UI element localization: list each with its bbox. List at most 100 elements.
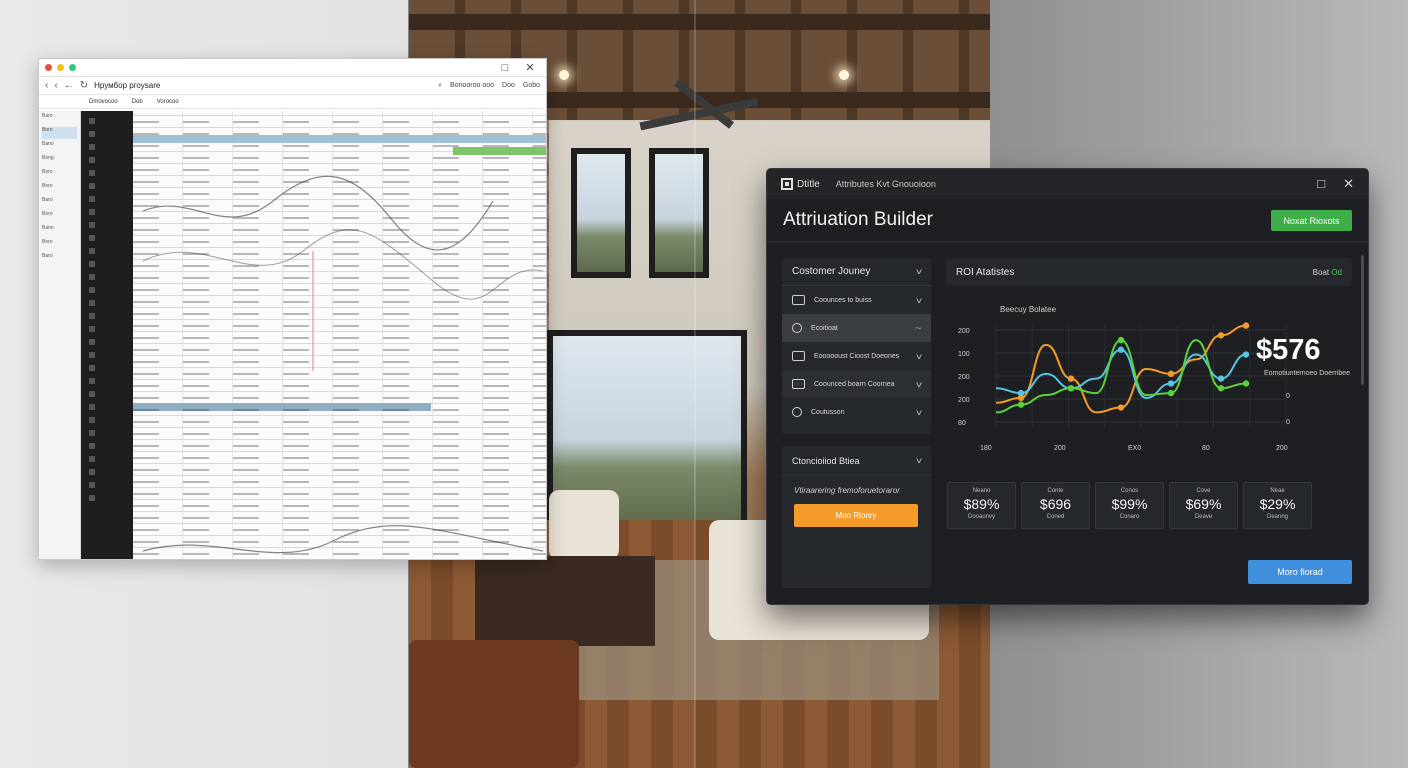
- sidebar-row[interactable]: Boro: [42, 211, 77, 223]
- maximize-icon[interactable]: □: [1317, 176, 1325, 192]
- overlay-trace-lines: [142, 175, 544, 554]
- chevron-down-icon[interactable]: v: [916, 352, 922, 361]
- channel-panel-title: Ctoncioiiod Btiea: [792, 455, 860, 466]
- sidebar-row[interactable]: Boro: [42, 183, 77, 195]
- header-divider: [767, 241, 1368, 242]
- close-icon[interactable]: ✕: [520, 61, 540, 74]
- sidebar-row[interactable]: Baro: [42, 197, 77, 209]
- metric-sub: Coned: [1046, 514, 1065, 520]
- roi-status[interactable]: Boat Od: [1313, 268, 1342, 277]
- more-button[interactable]: Moro fiorad: [1248, 560, 1352, 584]
- minimize-dot-icon[interactable]: [57, 64, 64, 71]
- toolbar-item[interactable]: Gobo: [523, 82, 540, 90]
- metric-card[interactable]: Cove $69% Deave: [1169, 482, 1238, 529]
- x-tick-label: EX0: [1128, 445, 1141, 452]
- leather-ottoman: [409, 640, 579, 768]
- metric-card[interactable]: Neae $29% Deanng: [1243, 482, 1312, 529]
- journey-item[interactable]: Coutusson v: [782, 398, 931, 426]
- sidebar-row[interactable]: Boro: [42, 127, 77, 139]
- journey-item[interactable]: Coounced boarn Coornea v: [782, 370, 931, 398]
- metric-card[interactable]: Conos $99% Conaro: [1095, 482, 1164, 529]
- metric-value: $69%: [1185, 496, 1222, 512]
- metric-value: $696: [1039, 496, 1072, 512]
- data-point: [1167, 389, 1175, 397]
- sidebar-row[interactable]: Baro: [42, 253, 77, 265]
- sheet-sidebar: Baro Boro Bano Bong Boro Boro Baro Boro …: [39, 111, 81, 559]
- arrow-back-icon[interactable]: ←: [64, 80, 74, 91]
- url-text[interactable]: Нрумбор ргоуsare: [94, 81, 160, 90]
- data-point: [1117, 346, 1125, 353]
- metric-value: $89%: [963, 496, 1000, 512]
- sidebar-row[interactable]: Bong: [42, 155, 77, 167]
- maximize-icon[interactable]: □: [495, 62, 515, 74]
- cell-grid[interactable]: [133, 111, 546, 559]
- sidebar-row[interactable]: Bano: [42, 141, 77, 153]
- data-point: [1017, 401, 1025, 408]
- page-title: Attriuation Builder: [783, 209, 933, 230]
- ribbon-tab[interactable]: Vorocoo: [157, 99, 179, 105]
- x-tick-label: 80: [1202, 445, 1210, 452]
- journey-item[interactable]: Eoooooust Cioost Doeones v: [782, 342, 931, 370]
- toolbar-item[interactable]: Doo: [502, 82, 515, 90]
- chevron-down-icon[interactable]: v: [916, 267, 922, 276]
- close-dot-icon[interactable]: [45, 64, 52, 71]
- y-tick-label: 200: [958, 374, 970, 381]
- customer-journey-title: Costomer Jouney: [792, 266, 871, 277]
- bulb-icon: [792, 407, 802, 417]
- search-icon[interactable]: ⌕: [438, 82, 442, 90]
- back-icon[interactable]: ‹: [45, 80, 48, 91]
- metric-label: Conos: [1120, 488, 1139, 494]
- journey-item-label: Eoooooust Cioost Doeones: [814, 352, 900, 360]
- sidebar-row[interactable]: Boro: [42, 239, 77, 251]
- maximize-dot-icon[interactable]: [69, 64, 76, 71]
- ribbon: Dmovocoo Dob Vorocoo: [39, 95, 546, 109]
- chevron-down-icon[interactable]: v: [916, 296, 922, 305]
- chart-icon: [792, 351, 805, 361]
- attribution-dashboard-window: Dtitle Attributes Kvt Gnouoioon □ ✕ Attr…: [766, 168, 1369, 605]
- chevron-down-icon[interactable]: v: [916, 408, 922, 417]
- channel-action-button[interactable]: Moo Rionry: [794, 504, 918, 527]
- metric-label: Neano: [972, 488, 991, 494]
- roi-chart: Beecuy Bolatee 200 100 200 200 80 180 200 EX0 80 2…: [946, 294, 1352, 474]
- customer-journey-header[interactable]: Costomer Jouney v: [782, 258, 931, 286]
- data-point: [1167, 370, 1175, 378]
- forward-icon[interactable]: ‹: [54, 80, 57, 91]
- metric-card[interactable]: Neano $89% Dooaunvy: [947, 482, 1016, 529]
- journey-item[interactable]: Coounces to buiss v: [782, 286, 931, 314]
- chevron-down-icon[interactable]: v: [916, 380, 922, 389]
- journey-item-label: Coutusson: [811, 408, 845, 416]
- scrollbar[interactable]: [1361, 255, 1364, 385]
- dashboard-titlebar: Dtitle Attributes Kvt Gnouoioon □ ✕: [767, 169, 1368, 199]
- journey-item-selected[interactable]: Ecoitioat ~: [782, 314, 931, 342]
- collapse-icon[interactable]: ~: [915, 324, 922, 333]
- row-header-column: [81, 111, 133, 559]
- spreadsheet-window: □ ✕ ‹ ‹ ← ↻ Нрумбор ргоуsare ⌕ Bonooroo …: [38, 58, 547, 560]
- metric-sub: Conaro: [1119, 514, 1140, 520]
- toolbar-item[interactable]: Bonooroo ooo: [450, 82, 494, 90]
- metric-value: $99%: [1111, 496, 1148, 512]
- headline-subtitle: Eomotiunternoeo Doerribee: [1264, 370, 1350, 377]
- next-button[interactable]: Noxat Rioxots: [1271, 210, 1352, 231]
- metric-label: Conte: [1047, 488, 1064, 494]
- channel-panel: Ctoncioiiod Btiea v Vtiraarering fremofo…: [782, 446, 931, 588]
- journey-item-label: Coounces to buiss: [814, 296, 872, 304]
- channel-panel-header[interactable]: Ctoncioiiod Btiea v: [782, 446, 931, 476]
- sidebar-row[interactable]: Bano: [42, 225, 77, 237]
- x-tick-label: 180: [980, 445, 992, 452]
- ribbon-tab[interactable]: Dmovocoo: [89, 99, 118, 105]
- refresh-icon[interactable]: ↻: [80, 80, 88, 91]
- data-point: [1217, 375, 1225, 382]
- metric-cards: Neano $89% Dooaunvy Conte $696 Coned Con…: [947, 482, 1312, 529]
- metric-sub: Deanng: [1266, 514, 1289, 520]
- ceiling-beam: [409, 14, 990, 30]
- menu-bar-text[interactable]: Attributes Kvt Gnouoioon: [836, 179, 936, 189]
- chevron-down-icon[interactable]: v: [916, 456, 922, 465]
- ribbon-tab[interactable]: Dob: [132, 99, 143, 105]
- sidebar-row[interactable]: Baro: [42, 113, 77, 125]
- sidebar-row[interactable]: Boro: [42, 169, 77, 181]
- data-point: [1242, 380, 1250, 387]
- close-icon[interactable]: ✕: [1343, 176, 1354, 192]
- data-point: [1217, 332, 1225, 339]
- roi-status-prefix: Boat: [1312, 267, 1330, 277]
- metric-card[interactable]: Conte $696 Coned: [1021, 482, 1090, 529]
